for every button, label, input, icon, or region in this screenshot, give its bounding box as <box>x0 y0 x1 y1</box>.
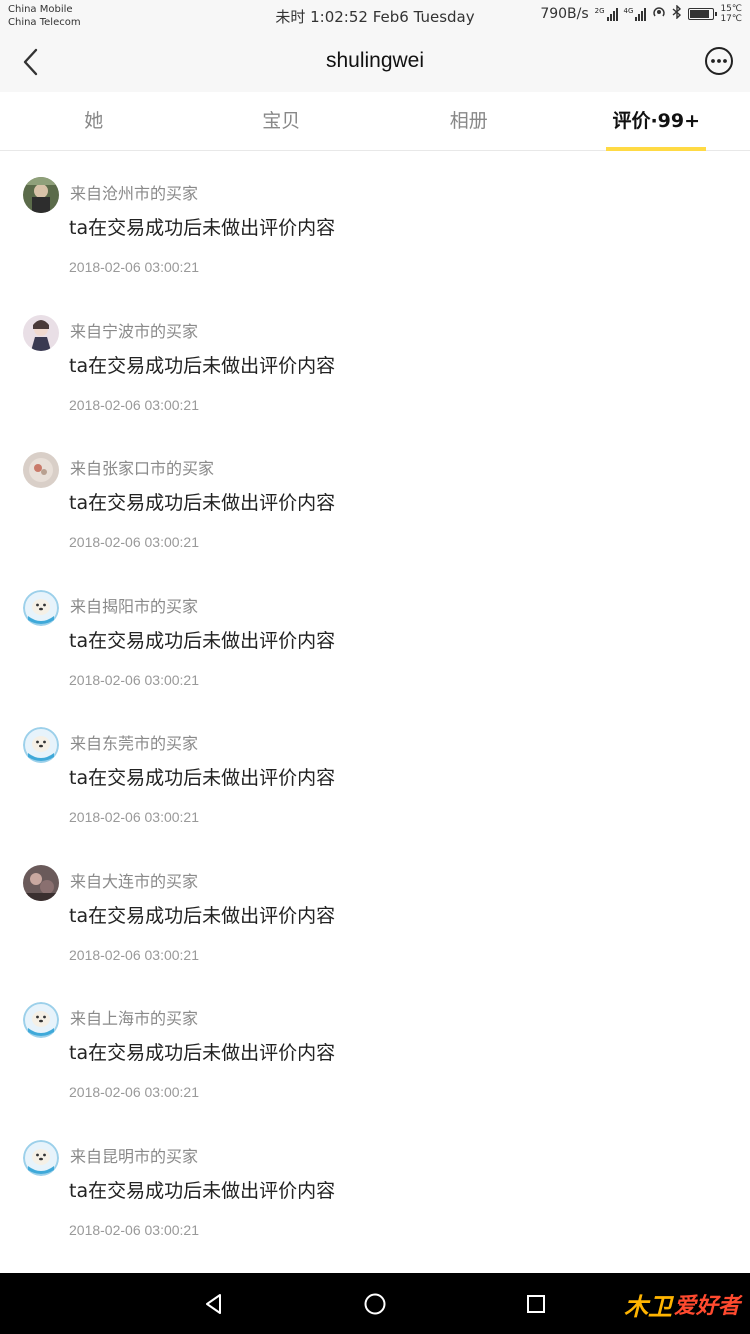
watermark-text: 爱好者 <box>673 1294 740 1319</box>
more-horizontal-circle-icon <box>705 47 733 75</box>
profile-tabs: 她 宝贝 相册 评价·99+ <box>0 92 750 151</box>
reviewer-location: 来自大连市的买家 <box>70 871 199 891</box>
tab-items[interactable]: 宝贝 <box>188 92 376 150</box>
photo-avatar[interactable] <box>23 864 59 901</box>
status-bar: China Mobile China Telecom 未时 1:02:52 Fe… <box>0 0 750 32</box>
system-home-button[interactable] <box>362 1291 388 1317</box>
default-seal-avatar[interactable] <box>23 1002 59 1038</box>
reviewer-location: 来自东莞市的买家 <box>70 734 199 753</box>
review-text: ta在交易成功后未做出评价内容 <box>69 629 336 652</box>
triangle-back-icon <box>206 1294 221 1314</box>
review-item[interactable]: 来自张家口市的买家 ta在交易成功后未做出评价内容 2018-02-06 03:00… <box>0 427 750 565</box>
system-back-button[interactable] <box>201 1291 227 1317</box>
default-seal-avatar[interactable] <box>23 727 59 763</box>
review-text: ta在交易成功后未做出评价内容 <box>69 904 336 927</box>
review-text: ta在交易成功后未做出评价内容 <box>69 354 336 377</box>
review-item[interactable]: 来自沧州市的买家 ta在交易成功后未做出评价内容 2018-02-06 03:00:… <box>0 152 750 290</box>
default-seal-avatar[interactable] <box>23 1139 59 1176</box>
signal-2g-icon: 2G <box>595 7 618 21</box>
signal-2-label: 4G <box>623 7 634 15</box>
status-indicators: 790B/s 2G 4G 15℃ 17℃ <box>540 4 742 24</box>
network-speed: 790B/s <box>540 6 589 22</box>
review-timestamp: 2018-02-06 03:00:21 <box>69 809 199 825</box>
review-item[interactable]: 来自大连市的买家 ta在交易成功后未做出评价内容 2018-02-06 03:00:… <box>0 840 750 978</box>
tab-her[interactable]: 她 <box>0 92 188 150</box>
circle-home-icon <box>364 1293 386 1315</box>
battery-icon <box>688 8 718 20</box>
tab-album[interactable]: 相册 <box>375 92 563 150</box>
review-timestamp: 2018-02-06 03:00:21 <box>69 671 199 688</box>
tab-reviews[interactable]: 评价·99+ <box>563 92 750 150</box>
nav-bar: shulingwei <box>0 32 750 92</box>
review-item[interactable]: 来自东莞市的买家 ta在交易成功后未做出评价内容 2018-02-06 03:00:… <box>0 702 750 840</box>
review-item[interactable]: 来自宁波市的买家 ta在交易成功后未做出评价内容 2018-02-06 03:00:… <box>0 290 750 428</box>
review-timestamp: 2018-02-06 03:00:21 <box>69 259 199 275</box>
default-seal-avatar[interactable] <box>23 589 59 626</box>
review-text: ta在交易成功后未做出评价内容 <box>69 767 336 789</box>
review-timestamp: 2018-02-06 03:00:21 <box>69 534 199 550</box>
reviewer-location: 来自上海市的买家 <box>70 1009 199 1028</box>
signal-4g-icon: 4G <box>624 7 647 21</box>
bluetooth-icon <box>672 4 682 23</box>
photo-avatar[interactable] <box>23 452 59 488</box>
hotspot-icon <box>652 5 666 23</box>
reviewer-location: 来自张家口市的买家 <box>70 459 215 478</box>
watermark-logo: 木卫 爱好者 <box>624 1287 740 1321</box>
photo-avatar[interactable] <box>23 314 59 351</box>
temp-low: 17℃ <box>720 14 742 24</box>
review-text: ta在交易成功后未做出评价内容 <box>69 492 336 514</box>
review-timestamp: 2018-02-06 03:00:21 <box>69 1084 199 1100</box>
review-text: ta在交易成功后未做出评价内容 <box>69 217 336 239</box>
review-item[interactable]: 来自上海市的买家 ta在交易成功后未做出评价内容 2018-02-06 03:00:… <box>0 977 750 1115</box>
review-list: 来自沧州市的买家 ta在交易成功后未做出评价内容 2018-02-06 03:00:… <box>0 152 750 1252</box>
signal-1-label: 2G <box>594 7 605 15</box>
system-nav-bar: 木卫 爱好者 <box>0 1273 750 1334</box>
reviewer-location: 来自宁波市的买家 <box>70 321 199 341</box>
temp-high: 15℃ <box>720 4 742 14</box>
system-recent-button[interactable] <box>523 1291 549 1317</box>
watermark-logo-mark: 木卫 <box>623 1292 672 1321</box>
review-item[interactable]: 来自揭阳市的买家 ta在交易成功后未做出评价内容 2018-02-06 03:00:… <box>0 565 750 703</box>
review-text: ta在交易成功后未做出评价内容 <box>69 1042 336 1064</box>
photo-avatar[interactable] <box>23 177 59 213</box>
more-button[interactable] <box>704 46 734 76</box>
reviewer-location: 来自揭阳市的买家 <box>70 596 199 616</box>
review-timestamp: 2018-02-06 03:00:21 <box>69 1221 199 1238</box>
review-timestamp: 2018-02-06 03:00:21 <box>69 946 199 963</box>
temperature: 15℃ 17℃ <box>720 4 742 24</box>
review-item[interactable]: 来自昆明市的买家 ta在交易成功后未做出评价内容 2018-02-06 03:00:… <box>0 1115 750 1253</box>
review-timestamp: 2018-02-06 03:00:21 <box>69 396 199 413</box>
reviewer-location: 来自昆明市的买家 <box>70 1146 199 1166</box>
battery-level-fill <box>690 10 710 18</box>
page-title: shulingwei <box>325 49 425 72</box>
reviewer-location: 来自沧州市的买家 <box>70 184 199 203</box>
square-recent-icon <box>527 1295 545 1313</box>
review-text: ta在交易成功后未做出评价内容 <box>69 1179 336 1202</box>
